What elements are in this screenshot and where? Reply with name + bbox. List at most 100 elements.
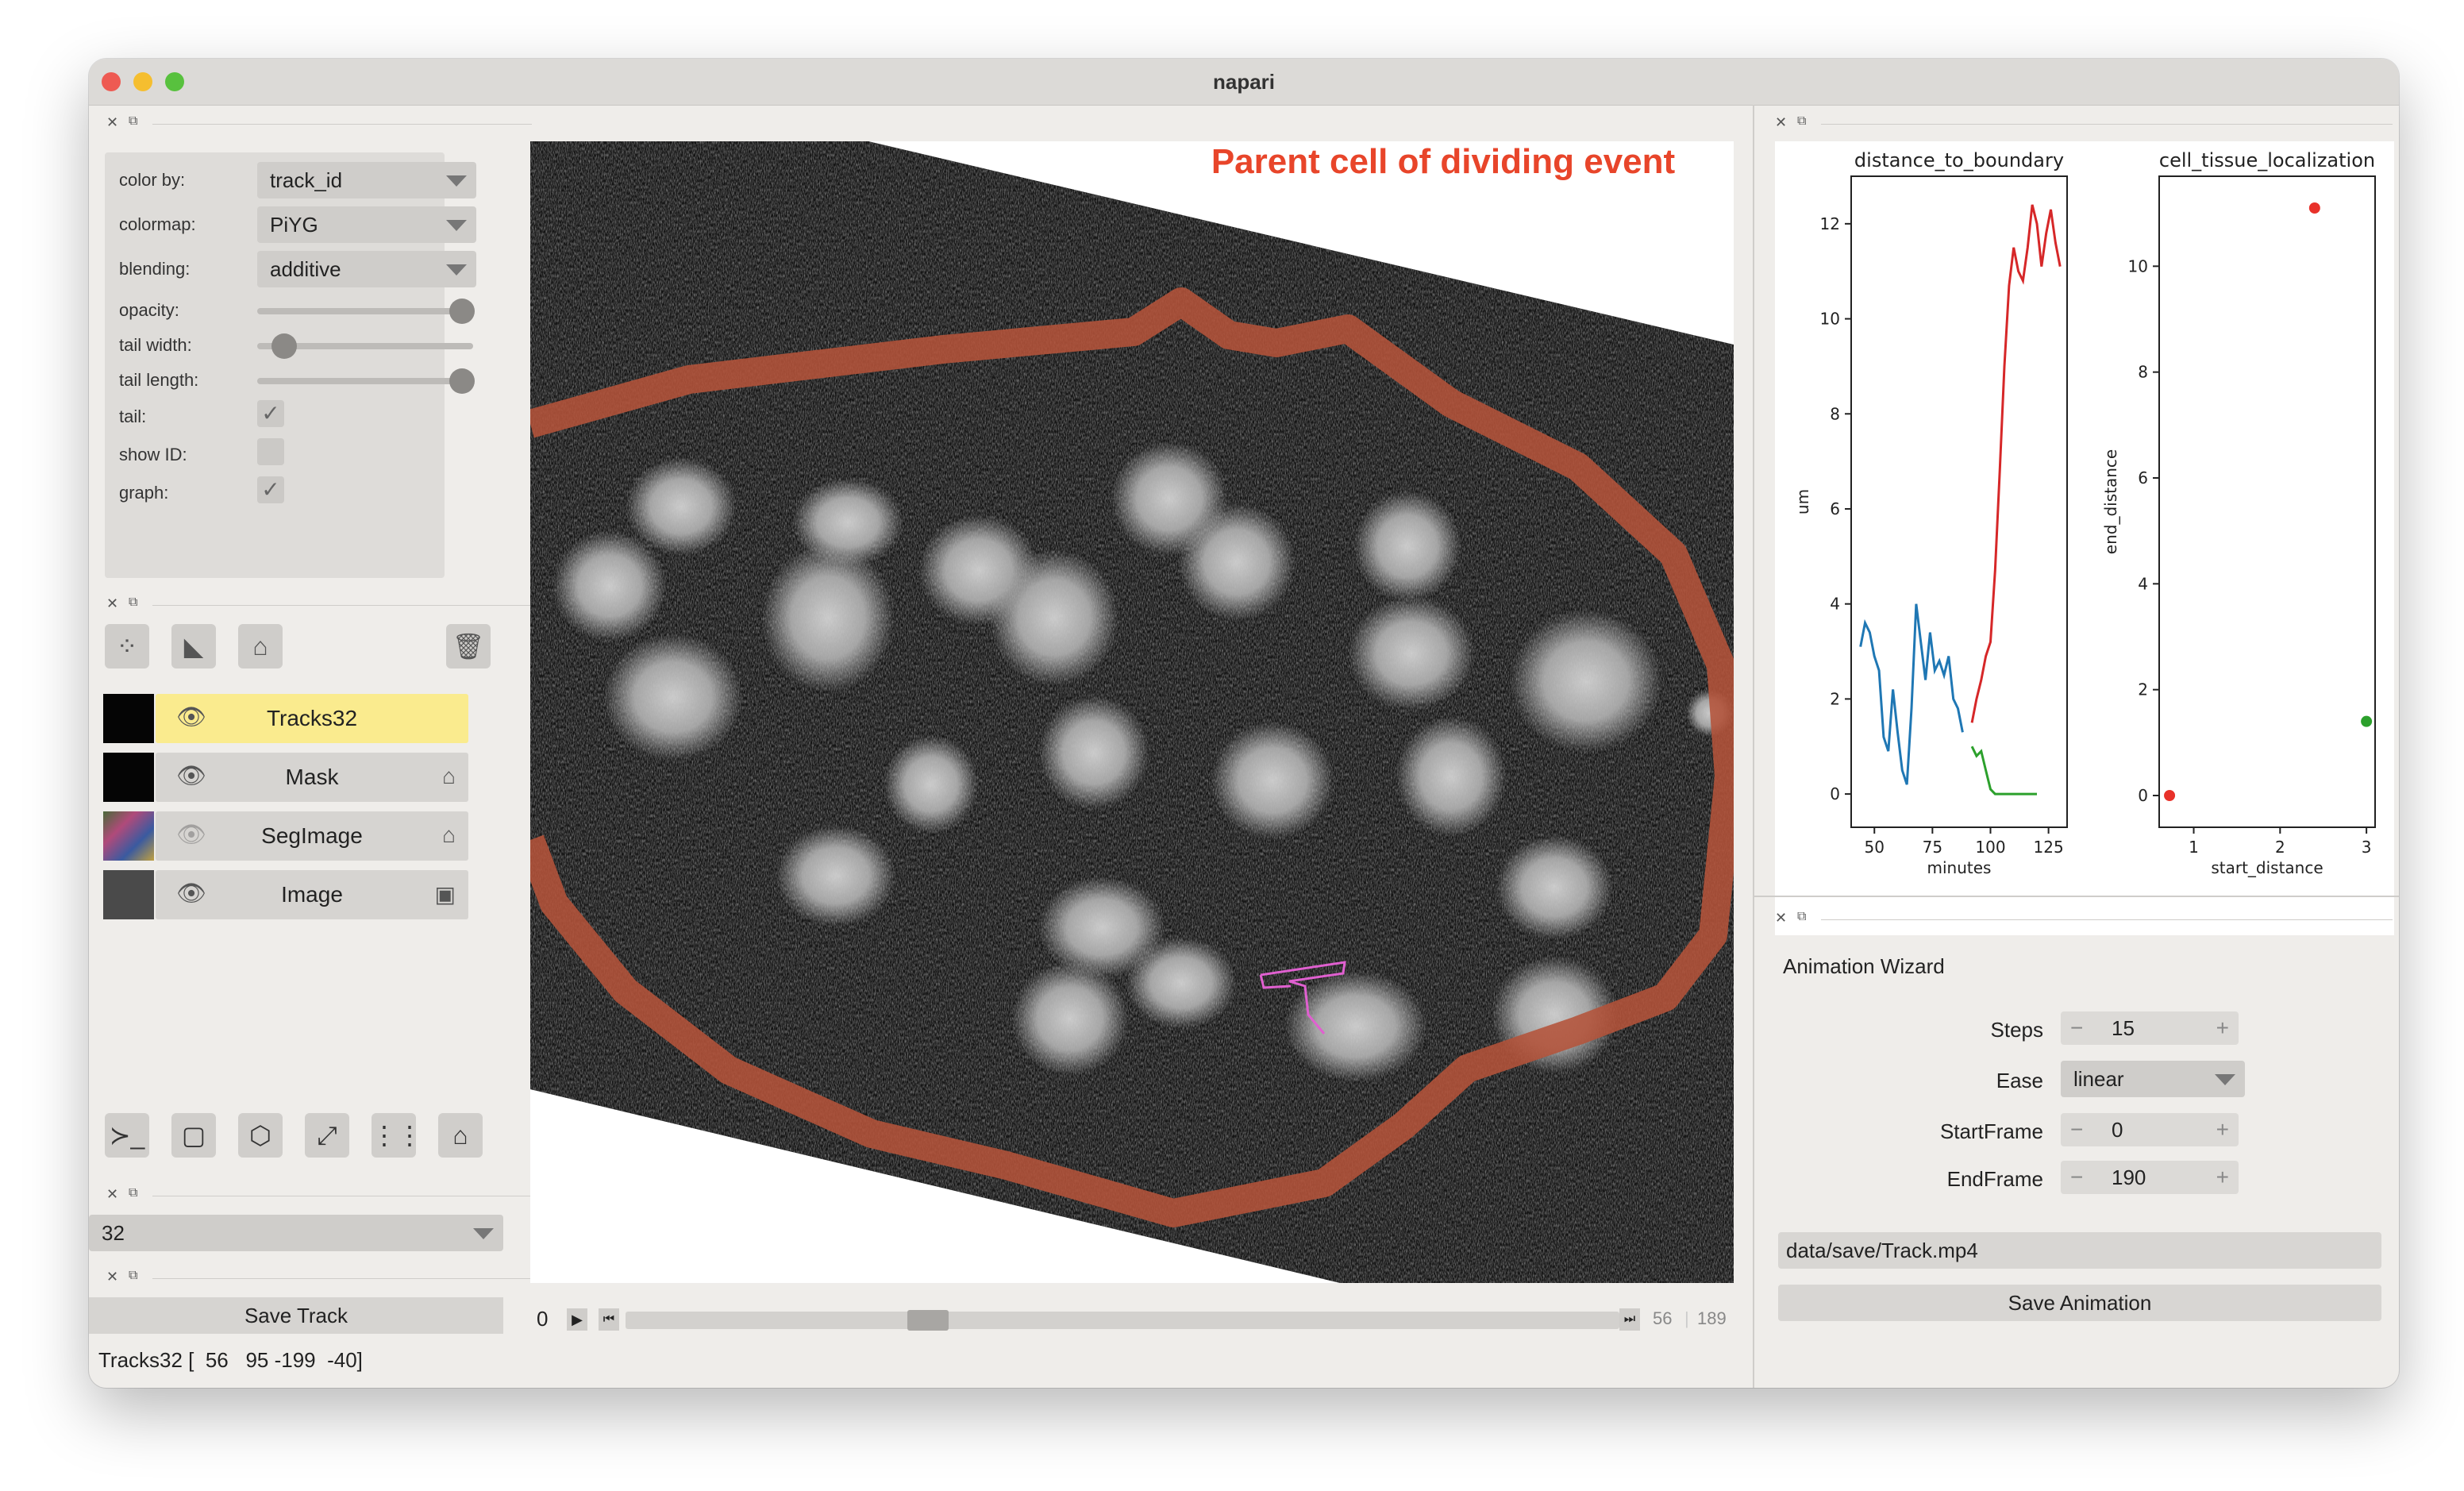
animation-wizard-title: Animation Wizard xyxy=(1783,954,1945,978)
layer-list-dock-header: ✕ ⧉ xyxy=(106,595,535,615)
delete-layer-button[interactable]: 🗑 xyxy=(446,624,491,668)
grid-view-button[interactable]: ⋮⋮ xyxy=(372,1113,422,1158)
minus-icon[interactable]: − xyxy=(2070,1161,2083,1194)
track-selector-dock-header: ✕ ⧉ xyxy=(106,1186,535,1205)
dims-slider-bar: 0 ▶ ⏮ ⏭ 56 | 189 xyxy=(537,1307,1727,1331)
minus-icon[interactable]: − xyxy=(2070,1011,2083,1045)
new-labels-layer-button[interactable]: ⌂ xyxy=(238,624,283,668)
viewer-canvas[interactable]: Parent cell of dividing event xyxy=(530,141,1734,1283)
y-tick-label: 0 xyxy=(1830,784,1840,803)
y-tick-label: 0 xyxy=(2138,786,2148,805)
graph-label: graph: xyxy=(119,483,169,503)
layer-thumbnail xyxy=(103,870,154,919)
animation-dock-header: ✕ ⧉ xyxy=(1775,910,2394,929)
x-tick-label: 1 xyxy=(2189,838,2199,857)
float-dock-icon[interactable]: ⧉ xyxy=(129,114,137,129)
steps-label: Steps xyxy=(1990,1018,2044,1042)
steps-spinbox[interactable]: −15 + xyxy=(2061,1011,2239,1045)
track-id-select[interactable]: 32 xyxy=(89,1215,503,1251)
new-shapes-layer-button[interactable]: ◣ xyxy=(171,624,216,668)
color-by-label: color by: xyxy=(119,170,186,190)
y-axis-label: um xyxy=(1793,489,1812,514)
tail-length-slider[interactable] xyxy=(257,368,475,394)
plus-icon[interactable]: + xyxy=(2216,1011,2229,1045)
chevron-down-icon xyxy=(473,1228,494,1239)
image-view xyxy=(530,141,1734,1283)
save-animation-button[interactable]: Save Animation xyxy=(1778,1285,2381,1321)
float-dock-icon[interactable]: ⧉ xyxy=(129,1186,137,1200)
frame-slider-track[interactable] xyxy=(626,1310,1619,1331)
layer-row-tracks32[interactable]: Tracks32 👁 xyxy=(103,694,468,743)
blending-select[interactable]: additive xyxy=(257,251,476,287)
layer-controls-panel: color by: track_id colormap: PiYG blendi… xyxy=(105,152,476,578)
opacity-slider-handle[interactable] xyxy=(449,299,475,324)
y-tick-label: 2 xyxy=(2138,680,2148,699)
layer-row-segimage[interactable]: SegImage 👁 ⌂ xyxy=(103,811,468,861)
y-tick-label: 8 xyxy=(2138,363,2148,382)
close-dock-icon[interactable]: ✕ xyxy=(1775,114,1787,131)
y-tick-label: 10 xyxy=(2128,256,2148,275)
color-by-select[interactable]: track_id xyxy=(257,162,476,198)
tail-width-slider[interactable] xyxy=(257,333,473,359)
layer-row-mask[interactable]: Mask 👁 ⌂ xyxy=(103,753,468,802)
home-button[interactable]: ⌂ xyxy=(438,1113,483,1158)
layer-row-image[interactable]: Image 👁 ▣ xyxy=(103,870,468,919)
console-button[interactable]: ≻_ xyxy=(105,1113,149,1158)
close-dock-icon[interactable]: ✕ xyxy=(1775,910,1787,927)
tail-checkbox[interactable]: ✓ xyxy=(257,400,284,427)
image-icon: ▣ xyxy=(434,882,456,907)
float-dock-icon[interactable]: ⧉ xyxy=(129,595,137,610)
close-dock-icon[interactable]: ✕ xyxy=(106,1269,118,1285)
save-track-button[interactable]: Save Track xyxy=(89,1297,503,1334)
minus-icon[interactable]: − xyxy=(2070,1113,2083,1146)
frame-slider-handle[interactable] xyxy=(907,1310,949,1331)
float-dock-icon[interactable]: ⧉ xyxy=(1797,910,1806,924)
x-tick-label: 75 xyxy=(1923,838,1942,857)
dims-axis-label: 0 xyxy=(537,1307,549,1331)
label-tag-icon: ⌂ xyxy=(442,823,456,847)
start-frame-label: StartFrame xyxy=(1939,1119,2043,1143)
close-dock-icon[interactable]: ✕ xyxy=(106,595,118,612)
tail-length-slider-handle[interactable] xyxy=(449,368,475,394)
eye-icon[interactable]: 👁 xyxy=(176,762,206,790)
eye-icon[interactable]: 👁 xyxy=(176,703,206,731)
tail-width-slider-handle[interactable] xyxy=(271,333,297,359)
chart-title: distance_to_boundary xyxy=(1854,149,2064,171)
end-frame-spinbox[interactable]: −190 + xyxy=(2061,1161,2239,1194)
y-tick-label: 6 xyxy=(2138,468,2148,487)
new-points-layer-button[interactable]: ⁘ xyxy=(105,624,149,668)
tail-length-label: tail length: xyxy=(119,370,199,390)
output-path-input[interactable]: data/save/Track.mp4 xyxy=(1778,1232,2381,1269)
show-id-checkbox[interactable] xyxy=(257,438,284,465)
close-dock-icon[interactable]: ✕ xyxy=(106,1186,118,1203)
x-tick-label: 2 xyxy=(2275,838,2285,857)
y-tick-label: 2 xyxy=(1830,689,1840,708)
roll-dims-button[interactable]: ⬡ xyxy=(238,1113,283,1158)
window-title: napari xyxy=(1212,70,1276,94)
plus-icon[interactable]: + xyxy=(2216,1161,2229,1194)
y-tick-label: 4 xyxy=(2138,574,2148,593)
eye-hidden-icon[interactable]: 👁 xyxy=(176,821,206,849)
ndisplay-button[interactable]: ▢ xyxy=(171,1113,216,1158)
opacity-slider[interactable] xyxy=(257,299,475,324)
step-forward-button[interactable]: ⏭ xyxy=(1619,1308,1640,1331)
close-dock-icon[interactable]: ✕ xyxy=(106,114,118,131)
ease-select[interactable]: linear xyxy=(2061,1061,2245,1097)
step-back-button[interactable]: ⏮ xyxy=(599,1308,619,1331)
total-frames-label: 189 xyxy=(1697,1308,1727,1328)
transpose-button[interactable]: ⤢ xyxy=(305,1113,349,1158)
plus-icon[interactable]: + xyxy=(2216,1113,2229,1146)
eye-icon[interactable]: 👁 xyxy=(176,880,206,907)
y-tick-label: 8 xyxy=(1830,404,1840,423)
float-dock-icon[interactable]: ⧉ xyxy=(1797,114,1806,129)
x-tick-label: 3 xyxy=(2362,838,2372,857)
start-frame-spinbox[interactable]: −0 + xyxy=(2061,1113,2239,1146)
float-dock-icon[interactable]: ⧉ xyxy=(129,1269,137,1283)
colormap-select[interactable]: PiYG xyxy=(257,206,476,243)
y-tick-label: 6 xyxy=(1830,499,1840,518)
y-tick-label: 12 xyxy=(1820,214,1840,233)
label-tag-icon: ⌂ xyxy=(442,764,456,788)
play-button[interactable]: ▶ xyxy=(567,1308,587,1331)
layer-controls-dock-header: ✕ ⧉ xyxy=(106,114,535,133)
graph-checkbox[interactable]: ✓ xyxy=(257,476,284,503)
